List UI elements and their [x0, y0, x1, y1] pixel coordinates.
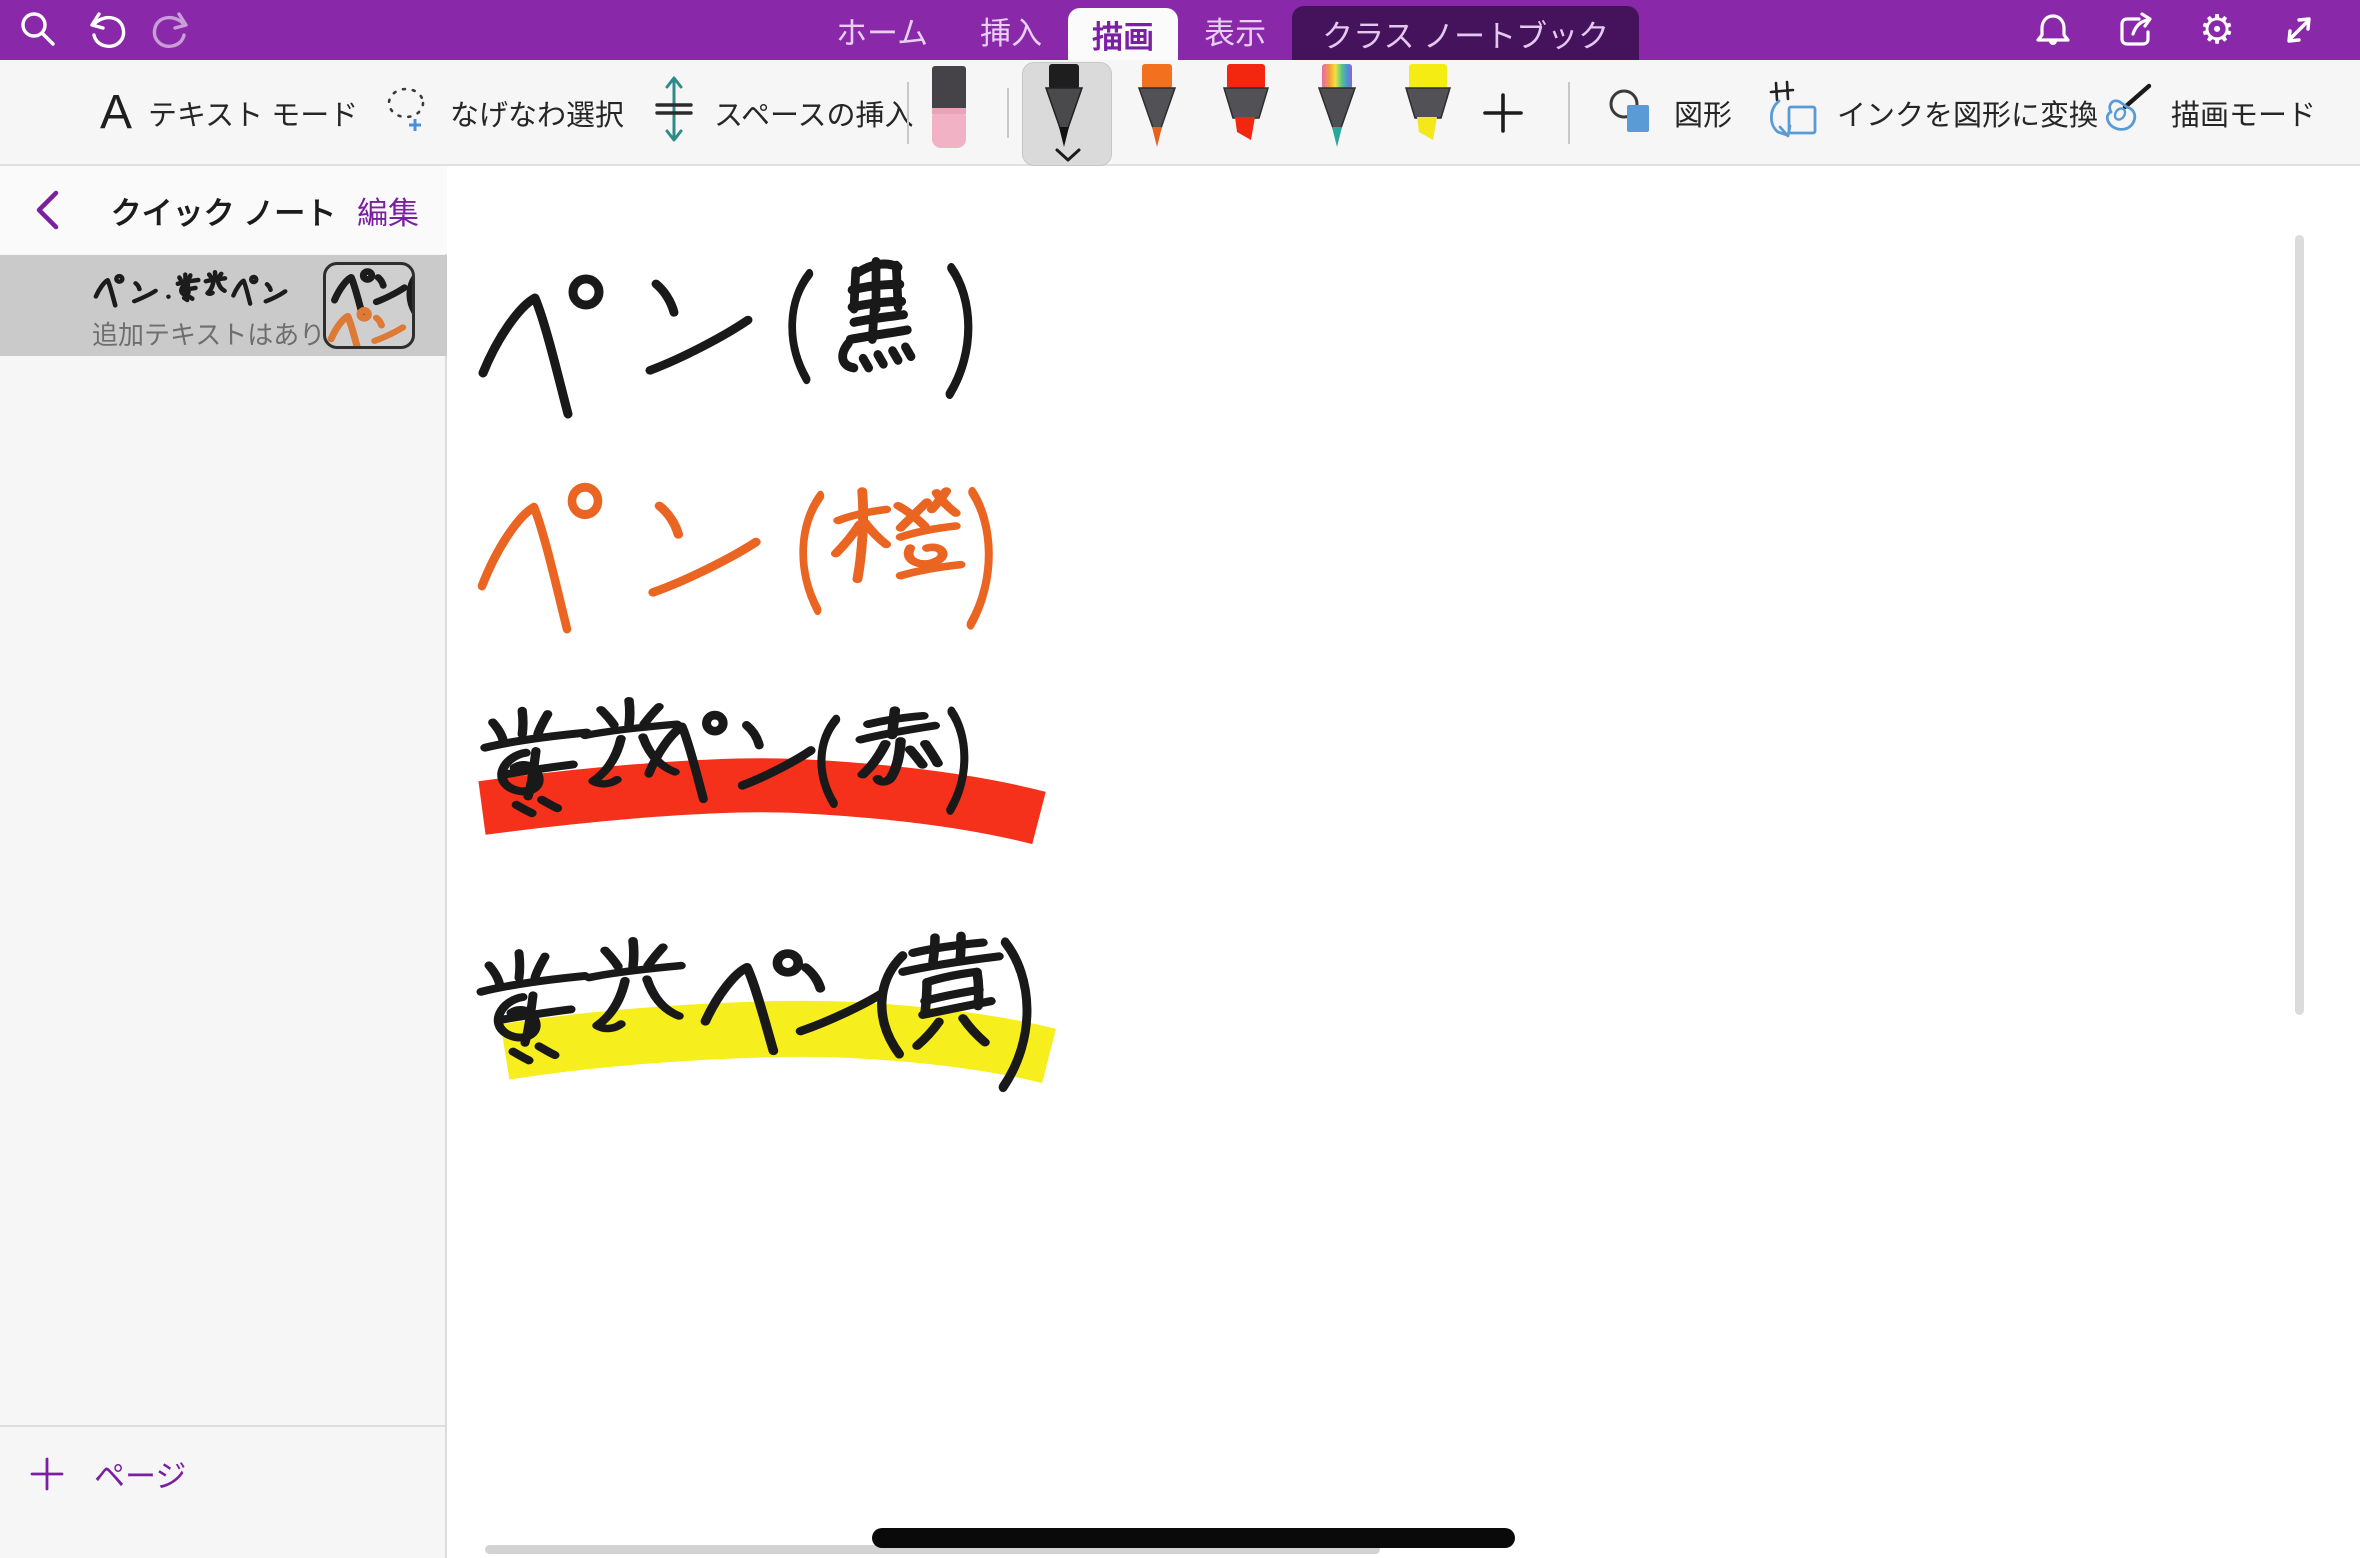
ink-to-shape-icon — [1763, 79, 1821, 147]
undo-icon[interactable] — [82, 7, 128, 53]
top-app-bar: ホーム 挿入 描画 表示 クラス ノートブック ⚙ — [0, 0, 2360, 60]
tab-home[interactable]: ホーム — [810, 0, 954, 60]
vertical-scrollbar[interactable] — [2295, 235, 2304, 1015]
add-pen-button[interactable] — [1481, 91, 1525, 135]
redo-icon — [150, 7, 196, 53]
lasso-select-button[interactable]: なげなわ選択 — [382, 60, 624, 166]
lasso-icon — [382, 81, 434, 145]
insert-space-icon — [650, 72, 698, 154]
tab-view[interactable]: 表示 — [1178, 0, 1292, 60]
shapes-button[interactable]: 図形 — [1604, 60, 1732, 166]
ink-line-highlighter-red — [482, 701, 1039, 818]
topbar-right-icons: ⚙ — [2030, 0, 2322, 60]
red-highlighter-tool[interactable] — [1221, 64, 1271, 159]
insert-space-button[interactable]: スペースの挿入 — [650, 60, 914, 166]
ink-line-highlighter-yellow — [481, 936, 1049, 1087]
yellow-highlighter-tool[interactable] — [1403, 64, 1453, 159]
tab-insert[interactable]: 挿入 — [954, 0, 1068, 60]
topbar-left-icons — [14, 0, 196, 60]
share-icon[interactable] — [2112, 7, 2158, 53]
add-page-section: ページ — [0, 1425, 447, 1558]
eraser-tool[interactable] — [929, 66, 969, 155]
shapes-icon — [1604, 82, 1658, 144]
tab-draw[interactable]: 描画 — [1068, 8, 1178, 60]
ribbon-divider — [907, 82, 909, 144]
rainbow-pen-tool[interactable] — [1315, 64, 1359, 161]
ribbon-tabs: ホーム 挿入 描画 表示 クラス ノートブック — [810, 0, 1639, 60]
ink-drawing — [449, 166, 2360, 1558]
shapes-label: 図形 — [1674, 92, 1732, 134]
sidebar-header: クイック ノート 編集 — [0, 166, 447, 254]
settings-gear-icon[interactable]: ⚙ — [2194, 7, 2240, 53]
ink-to-shape-button[interactable]: インクを図形に変換 — [1763, 60, 2098, 166]
orange-pen-tool[interactable] — [1135, 64, 1179, 161]
page-title-handwritten — [92, 269, 327, 321]
text-mode-button[interactable]: A テキスト モード — [100, 60, 358, 166]
page-list-sidebar: クイック ノート 編集 追加テキストはありま… — [0, 166, 447, 1558]
page-thumbnail — [323, 262, 415, 349]
ribbon-divider — [1568, 82, 1570, 144]
pen-tray-divider — [1007, 88, 1009, 138]
onenote-app: ホーム 挿入 描画 表示 クラス ノートブック ⚙ — [0, 0, 2360, 1558]
tab-class-notebook[interactable]: クラス ノートブック — [1292, 6, 1639, 60]
fullscreen-expand-icon[interactable] — [2276, 7, 2322, 53]
text-mode-icon: A — [100, 89, 132, 137]
draw-ribbon: A テキスト モード なげなわ選択 — [0, 60, 2360, 166]
note-canvas[interactable] — [449, 166, 2360, 1558]
insert-space-label: スペースの挿入 — [714, 92, 914, 134]
page-list-item-selected[interactable]: 追加テキストはありま… — [0, 255, 447, 356]
text-mode-label: テキスト モード — [148, 92, 358, 134]
lasso-label: なげなわ選択 — [450, 92, 624, 134]
notifications-bell-icon[interactable] — [2030, 7, 2076, 53]
draw-mode-label: 描画モード — [2171, 92, 2316, 134]
black-pen-tool[interactable] — [1042, 64, 1086, 161]
add-page-button[interactable]: ページ — [30, 1451, 186, 1496]
add-page-label: ページ — [94, 1451, 186, 1496]
edit-button[interactable]: 編集 — [357, 188, 419, 233]
draw-mode-icon — [2099, 81, 2155, 145]
ink-to-shape-label: インクを図形に変換 — [1837, 92, 2098, 134]
ink-line-pen-black — [483, 262, 968, 415]
ink-line-pen-orange — [482, 487, 989, 629]
content-area: クイック ノート 編集 追加テキストはありま… — [0, 166, 2360, 1558]
home-indicator[interactable] — [872, 1528, 1515, 1548]
plus-icon — [30, 1457, 64, 1491]
draw-mode-button[interactable]: 描画モード — [2099, 60, 2316, 166]
search-icon[interactable] — [14, 7, 60, 53]
